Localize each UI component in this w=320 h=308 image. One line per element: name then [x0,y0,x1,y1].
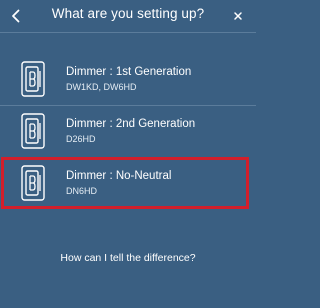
divider [0,32,256,33]
option-label: Dimmer : 2nd Generation [66,118,196,130]
close-button[interactable] [227,5,249,27]
back-button[interactable] [5,5,27,27]
dimmer-switch-icon [21,61,45,97]
option-model: D26HD [66,134,96,144]
close-icon [234,12,242,20]
chevron-left-icon [12,9,20,23]
option-model: DW1KD, DW6HD [66,82,137,92]
selection-highlight [1,157,249,209]
page-title: What are you setting up? [51,6,205,21]
help-link[interactable]: How can I tell the difference? [0,252,256,264]
option-label: Dimmer : 1st Generation [66,66,192,78]
option-dimmer-1st-generation[interactable]: Dimmer : 1st Generation DW1KD, DW6HD [0,53,256,105]
header-bar: What are you setting up? [0,0,256,32]
dimmer-switch-icon [21,113,45,149]
option-dimmer-2nd-generation[interactable]: Dimmer : 2nd Generation D26HD [0,105,256,157]
